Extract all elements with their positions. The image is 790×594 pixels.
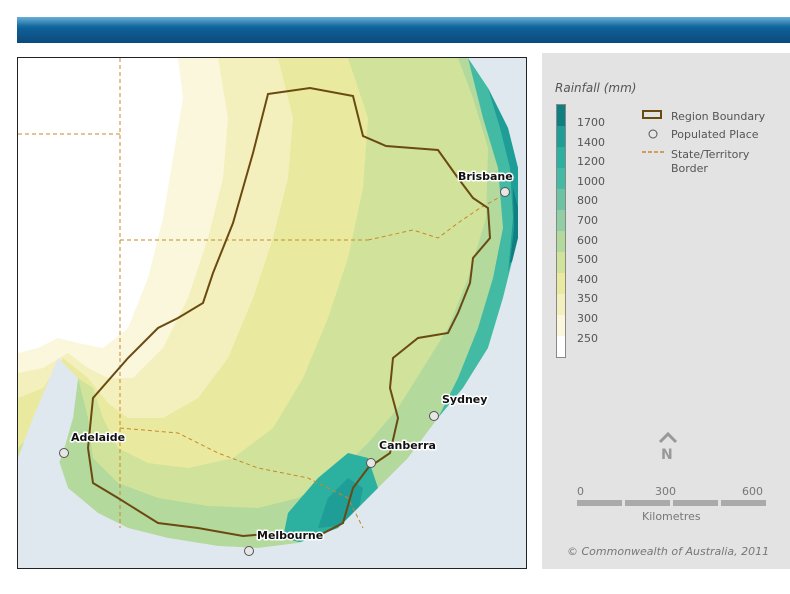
city-marker-melbourne[interactable] bbox=[244, 546, 254, 556]
ramp-swatch-1400 bbox=[557, 126, 565, 147]
region-boundary-symbol bbox=[642, 110, 662, 119]
ramp-swatch-500 bbox=[557, 252, 565, 273]
city-marker-brisbane[interactable] bbox=[500, 187, 510, 197]
ramp-label-600: 600 bbox=[577, 233, 598, 247]
rainfall-colour-ramp bbox=[556, 104, 566, 358]
ramp-swatch-600 bbox=[557, 231, 565, 252]
ramp-swatch-1000 bbox=[557, 168, 565, 189]
legend-region-boundary: Region Boundary bbox=[671, 110, 766, 123]
scale-bar bbox=[577, 500, 790, 506]
ramp-swatch-1200 bbox=[557, 147, 565, 168]
scale-tick-0: 0 bbox=[577, 485, 584, 498]
ramp-label-350: 350 bbox=[577, 292, 598, 306]
city-label-adelaide: Adelaide bbox=[71, 431, 125, 444]
city-label-brisbane: Brisbane bbox=[458, 170, 513, 183]
ramp-label-800: 800 bbox=[577, 194, 598, 208]
legend-state-border-line1: State/Territory bbox=[671, 148, 750, 161]
legend-title: Rainfall (mm) bbox=[555, 81, 637, 95]
scale-tick-300: 300 bbox=[655, 485, 676, 498]
ramp-swatch-800 bbox=[557, 189, 565, 210]
ramp-swatch-250 bbox=[557, 336, 565, 357]
ramp-label-1400: 1400 bbox=[577, 135, 605, 149]
north-label: N bbox=[661, 447, 673, 463]
ramp-swatch-700 bbox=[557, 210, 565, 231]
copyright-notice: © Commonwealth of Australia, 2011 bbox=[567, 545, 770, 558]
city-label-sydney: Sydney bbox=[442, 393, 487, 406]
state-border-symbol bbox=[642, 151, 664, 153]
ramp-swatch-350 bbox=[557, 294, 565, 315]
legend-panel: Rainfall (mm) 1700 1400 1200 1000 800 700 600 5… bbox=[542, 53, 790, 569]
scale-units: Kilometres bbox=[642, 510, 701, 523]
header-banner bbox=[17, 17, 790, 43]
ramp-swatch-400 bbox=[557, 273, 565, 294]
ramp-swatch-300 bbox=[557, 315, 565, 336]
ramp-label-700: 700 bbox=[577, 214, 598, 227]
city-label-melbourne: Melbourne bbox=[257, 529, 323, 542]
ramp-swatch-1700 bbox=[557, 105, 565, 126]
land-rainfall-zones bbox=[18, 58, 526, 568]
legend-state-border-line2: Border bbox=[671, 162, 708, 175]
rainfall-map[interactable]: Brisbane Sydney Canberra Melbourne Adela… bbox=[17, 57, 527, 569]
populated-place-symbol bbox=[648, 129, 658, 139]
ramp-label-1000: 1000 bbox=[577, 174, 605, 188]
ramp-label-1700: 1700 bbox=[577, 116, 605, 129]
legend-populated-place: Populated Place bbox=[671, 128, 759, 141]
ramp-label-1200: 1200 bbox=[577, 155, 605, 169]
city-marker-adelaide[interactable] bbox=[59, 448, 69, 458]
city-marker-sydney[interactable] bbox=[429, 411, 439, 421]
ramp-label-250: 250 bbox=[577, 331, 598, 345]
city-marker-canberra[interactable] bbox=[366, 458, 376, 468]
ramp-label-500: 500 bbox=[577, 253, 598, 267]
ramp-label-400: 400 bbox=[577, 272, 598, 286]
scale-tick-600: 600 bbox=[742, 485, 763, 498]
ramp-label-300: 300 bbox=[577, 312, 598, 325]
city-label-canberra: Canberra bbox=[379, 439, 436, 452]
